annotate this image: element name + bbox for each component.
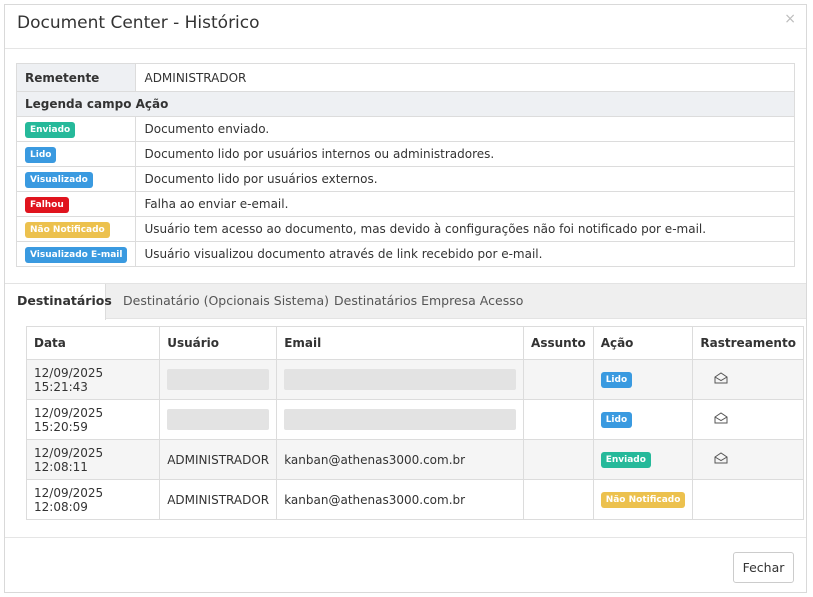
badge-lido: Lido <box>25 146 57 163</box>
cell-rastreamento <box>692 359 804 400</box>
legend-description: Falha ao enviar e-email. <box>135 191 795 217</box>
column-header-data[interactable]: Data <box>25 326 161 360</box>
cell-usuario: ADMINISTRADOR <box>159 439 278 480</box>
redacted-block <box>167 409 270 430</box>
badge-visualizado-email: Visualizado E-mail <box>25 246 128 263</box>
legend-row: Visualizado Documento lido por usuários … <box>15 166 795 192</box>
legend-badge-cell: Visualizado <box>15 166 137 192</box>
tab-destinatario-opcionais-sistema[interactable]: Destinatário (Opcionais Sistema) <box>111 284 341 319</box>
legend-row: Enviado Documento enviado. <box>15 116 795 142</box>
cell-usuario-redacted <box>159 399 278 440</box>
column-header-acao[interactable]: Ação <box>592 326 694 360</box>
table-row[interactable]: 12/09/2025 12:08:09 ADMINISTRADOR kanban… <box>25 479 804 520</box>
close-button[interactable]: Fechar <box>733 552 794 583</box>
cell-data: 12/09/2025 12:08:09 <box>25 479 161 520</box>
cell-rastreamento <box>692 439 804 480</box>
cell-email-redacted <box>276 399 525 440</box>
legend-badge-cell: Falhou <box>15 191 137 217</box>
modal-title: Document Center - Histórico <box>17 13 260 33</box>
table-row[interactable]: 12/09/2025 15:20:59 Lido <box>25 399 804 440</box>
badge-falhou: Falhou <box>25 196 69 213</box>
legend-row: Visualizado E-mail Usuário visualizou do… <box>15 241 795 267</box>
badge-enviado: Enviado <box>25 121 76 138</box>
cell-acao: Lido <box>592 399 694 440</box>
legend-badge-cell: Enviado <box>15 116 137 142</box>
cell-assunto <box>523 399 594 440</box>
cell-assunto <box>523 479 594 520</box>
legend-header-row: Legenda campo Ação <box>16 91 795 117</box>
legend-badge-cell: Não Notificado <box>15 216 137 242</box>
remetente-label: Remetente <box>15 63 137 92</box>
badge-visualizado: Visualizado <box>25 171 93 188</box>
tab-destinatarios-empresa-acesso[interactable]: Destinatários Empresa Acesso <box>322 284 535 319</box>
table-header-row: Data Usuário Email Assunto Ação Rastream… <box>25 326 804 360</box>
cell-data: 12/09/2025 15:21:43 <box>25 359 161 400</box>
badge-nao-notificado: Não Notificado <box>25 221 110 238</box>
table-row[interactable]: 12/09/2025 15:21:43 Lido <box>25 359 804 400</box>
legend-row: Falhou Falha ao enviar e-email. <box>15 191 795 217</box>
cell-assunto <box>523 439 594 480</box>
legend-row: Lido Documento lido por usuários interno… <box>15 141 795 167</box>
legend-description: Usuário visualizou documento através de … <box>135 241 795 267</box>
cell-acao: Lido <box>592 359 694 400</box>
cell-usuario: ADMINISTRADOR <box>159 479 278 520</box>
cell-rastreamento <box>692 479 804 520</box>
cell-rastreamento <box>692 399 804 440</box>
cell-data: 12/09/2025 12:08:11 <box>25 439 161 480</box>
modal-header: Document Center - Histórico × <box>5 5 806 49</box>
column-header-usuario[interactable]: Usuário <box>159 326 278 360</box>
status-badge: Lido <box>600 412 633 428</box>
modal-footer: Fechar <box>5 537 806 593</box>
envelope-open-icon[interactable] <box>714 372 728 384</box>
legend-description: Usuário tem acesso ao documento, mas dev… <box>135 216 795 242</box>
column-header-email[interactable]: Email <box>276 326 525 360</box>
cell-email: kanban@athenas3000.com.br <box>276 479 525 520</box>
legend-description: Documento enviado. <box>135 116 795 142</box>
recipients-table: Data Usuário Email Assunto Ação Rastream… <box>25 326 804 520</box>
envelope-open-icon[interactable] <box>714 452 728 464</box>
envelope-open-icon[interactable] <box>714 412 728 424</box>
legend-row: Não Notificado Usuário tem acesso ao doc… <box>15 216 795 242</box>
cell-email: kanban@athenas3000.com.br <box>276 439 525 480</box>
legend-badge-cell: Visualizado E-mail <box>15 241 137 267</box>
status-badge: Não Notificado <box>600 492 686 508</box>
remetente-value: ADMINISTRADOR <box>135 63 795 92</box>
tab-bar: Destinatários Destinatário (Opcionais Si… <box>5 283 806 320</box>
redacted-block <box>284 369 517 390</box>
cell-email-redacted <box>276 359 525 400</box>
redacted-block <box>284 409 517 430</box>
remetente-row: Remetente ADMINISTRADOR <box>15 63 795 92</box>
tab-destinatarios[interactable]: Destinatários <box>5 284 112 320</box>
info-table: Remetente ADMINISTRADOR Legenda campo Aç… <box>15 63 795 267</box>
legend-badge-cell: Lido <box>15 141 137 167</box>
redacted-block <box>167 369 270 390</box>
history-modal: Document Center - Histórico × Remetente … <box>4 4 807 593</box>
column-header-rastreamento[interactable]: Rastreamento <box>692 326 804 360</box>
cell-data: 12/09/2025 15:20:59 <box>25 399 161 440</box>
cell-assunto <box>523 359 594 400</box>
status-badge: Lido <box>600 372 633 388</box>
table-row[interactable]: 12/09/2025 12:08:11 ADMINISTRADOR kanban… <box>25 439 804 480</box>
status-badge: Enviado <box>600 452 651 468</box>
legend-description: Documento lido por usuários externos. <box>135 166 795 192</box>
legend-description: Documento lido por usuários internos ou … <box>135 141 795 167</box>
legend-title: Legenda campo Ação <box>16 91 795 117</box>
cell-acao: Não Notificado <box>592 479 694 520</box>
close-icon[interactable]: × <box>784 11 796 27</box>
column-header-assunto[interactable]: Assunto <box>523 326 594 360</box>
cell-acao: Enviado <box>592 439 694 480</box>
cell-usuario-redacted <box>159 359 278 400</box>
